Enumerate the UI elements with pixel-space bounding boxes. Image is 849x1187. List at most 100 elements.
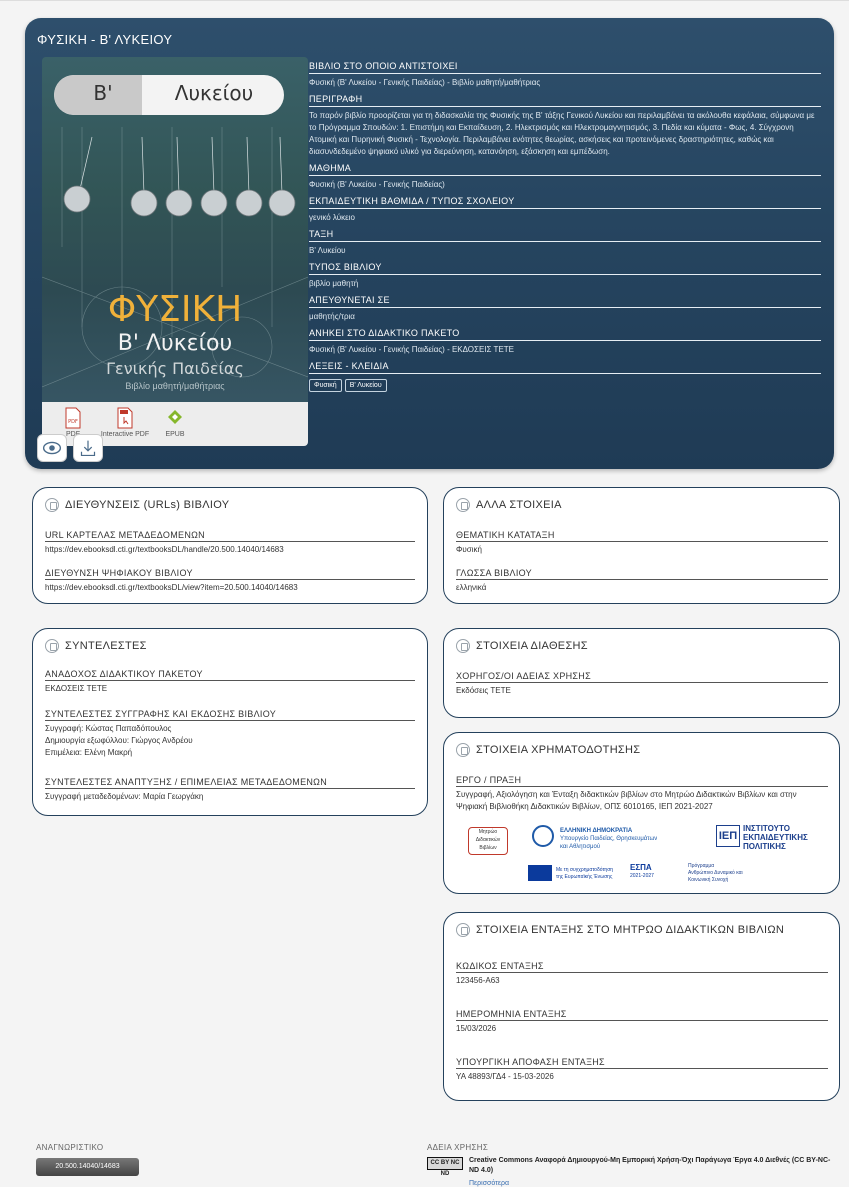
mitroo-logo: Μητρώο Διδακτικών Βιβλίων	[468, 827, 508, 855]
license-grantor-field: ΧΟΡΗΓΟΣ/ΟΙ ΑΔΕΙΑΣ ΧΡΗΣΗΣ Εκδόσεις ΤΕΤΕ	[456, 671, 828, 697]
format-interactive-pdf-button[interactable]: Interactive PDF	[100, 407, 150, 438]
license-label: ΑΔΕΙΑ ΧΡΗΣΗΣ	[427, 1143, 489, 1152]
funder-logos: Μητρώο Διδακτικών Βιβλίων ΕΛΛΗΝΙΚΗ ΔΗΜΟΚ…	[458, 823, 818, 893]
availability-card-header: ΣΤΟΙΧΕΙΑ ΔΙΑΘΕΣΗΣ	[456, 639, 588, 653]
contributors-card-title: ΣΥΝΤΕΛΕΣΤΕΣ	[65, 640, 147, 652]
urls-card-title: ΔΙΕΥΘΥΝΣΕΙΣ (URLs) ΒΙΒΛΙΟΥ	[65, 499, 230, 511]
espa-logo: ΕΣΠΑ 2021-2027	[630, 863, 654, 879]
field-label-package: ΑΝΗΚΕΙ ΣΤΟ ΔΙΔΑΚΤΙΚΟ ΠΑΚΕΤΟ	[309, 328, 821, 341]
keyword-tag[interactable]: Β' Λυκείου	[344, 379, 387, 392]
metadata-url-field: URL ΚΑΡΤΕΛΑΣ ΜΕΤΑΔΕΔΟΜΕΝΩΝ https://dev.e…	[45, 530, 415, 556]
identifier-handle-button[interactable]: 20.500.14040/14683	[36, 1158, 139, 1176]
field-label-corresponds: ΒΙΒΛΙΟ ΣΤΟ ΟΠΟΙΟ ΑΝΤΙΣΤΟΙΧΕΙ	[309, 61, 821, 74]
registry-decision-field: ΥΠΟΥΡΓΙΚΗ ΑΠΟΦΑΣΗ ΕΝΤΑΞΗΣ ΥΑ 48893/ΓΔ4 -…	[456, 1057, 828, 1083]
hellenic-republic-emblem	[532, 825, 554, 847]
registry-date-field: ΗΜΕΡΟΜΗΝΙΑ ΕΝΤΑΞΗΣ 15/03/2026	[456, 1009, 828, 1035]
field-value-description: Το παρόν βιβλίο προορίζεται για τη διδασ…	[309, 111, 815, 156]
registry-code-label: ΚΩΔΙΚΟΣ ΕΝΤΑΞΗΣ	[456, 961, 828, 973]
category-label: ΘΕΜΑΤΙΚΗ ΚΑΤΑΤΑΞΗ	[456, 530, 828, 542]
category-value: Φυσική	[456, 545, 482, 554]
package-contractor-label: ΑΝΑΔΟΧΟΣ ΔΙΔΑΚΤΙΚΟΥ ΠΑΚΕΤΟΥ	[45, 669, 415, 681]
field-value-package: Φυσική (Β' Λυκείου - Γενικής Παιδείας) -…	[309, 345, 514, 354]
field-label-subject: ΜΑΘΗΜΑ	[309, 163, 821, 176]
metadata-contributors-field: ΣΥΝΤΕΛΕΣΤΕΣ ΑΝΑΠΤΥΞΗΣ / ΕΠΙΜΕΛΕΙΑΣ ΜΕΤΑΔ…	[45, 777, 415, 803]
metadata-contributors-value: Συγγραφή μεταδεδομένων: Μαρία Γεωργάκη	[45, 792, 204, 801]
keyword-list: Φυσική Β' Λυκείου	[309, 374, 821, 392]
field-value-education-level: γενικό λύκειο	[309, 213, 355, 222]
availability-card: ΣΤΟΙΧΕΙΑ ΔΙΑΘΕΣΗΣ ΧΟΡΗΓΟΣ/ΟΙ ΑΔΕΙΑΣ ΧΡΗΣ…	[443, 628, 840, 718]
digital-book-url-link[interactable]: https://dev.ebooksdl.cti.gr/textbooksDL/…	[45, 580, 415, 594]
format-epub-button[interactable]: EPUB	[150, 407, 200, 438]
eye-icon	[42, 441, 62, 455]
epub-icon	[168, 410, 182, 424]
cover-subject: ΦΥΣΙΚΗ	[107, 289, 243, 330]
authors-label: ΣΥΝΤΕΛΕΣΤΕΣ ΣΥΓΓΡΑΦΗΣ ΚΑΙ ΕΚΔΟΣΗΣ ΒΙΒΛΙΟ…	[45, 709, 415, 721]
registry-decision-value: ΥΑ 48893/ΓΔ4 - 15-03-2026	[456, 1072, 554, 1081]
book-hero-panel: ΦΥΣΙΚΗ - Β' ΛΥΚΕΙΟΥ Β' Λυκείου ΦΥΣΙΚΗ Β'…	[25, 18, 834, 469]
info-icon	[456, 498, 470, 512]
iep-logo: ΙΝΣΤΙΤΟΥΤΟ ΕΚΠΑΙΔΕΥΤΙΚΗΣ ΠΟΛΙΤΙΚΗΣ	[743, 824, 808, 851]
cover-grade-line: Β' Λυκείου	[117, 331, 233, 356]
other-card-header: ΑΛΛΑ ΣΤΟΙΧΕΙΑ	[456, 498, 562, 512]
program-logo: Πρόγραμμα Ανθρώπινο Δυναμικό και Κοινωνι…	[688, 863, 743, 883]
view-book-button[interactable]	[37, 434, 67, 462]
license-text: Creative Commons Αναφορά Δημιουργού-Μη Ε…	[469, 1157, 831, 1174]
field-value-audience: μαθητής/τρια	[309, 312, 355, 321]
registry-code-field: ΚΩΔΙΚΟΣ ΕΝΤΑΞΗΣ 123456-Α63	[456, 961, 828, 987]
top-divider	[0, 0, 849, 1]
license-grantor-value: Εκδόσεις ΤΕΤΕ	[456, 686, 511, 695]
field-label-book-type: ΤΥΠΟΣ ΒΙΒΛΙΟΥ	[309, 262, 821, 275]
registry-card-header: ΣΤΟΙΧΕΙΑ ΕΝΤΑΞΗΣ ΣΤΟ ΜΗΤΡΩΟ ΔΙΔΑΚΤΙΚΩΝ Β…	[456, 923, 784, 937]
field-value-subject: Φυσική (Β' Λυκείου - Γενικής Παιδείας)	[309, 180, 445, 189]
cover-book-type: Βιβλίο μαθητή/μαθήτριας	[125, 381, 225, 391]
keyword-tag[interactable]: Φυσική	[309, 379, 342, 392]
registry-date-label: ΗΜΕΡΟΜΗΝΙΑ ΕΝΤΑΞΗΣ	[456, 1009, 828, 1021]
other-card-title: ΑΛΛΑ ΣΤΟΙΧΕΙΑ	[476, 499, 562, 511]
metadata-url-label: URL ΚΑΡΤΕΛΑΣ ΜΕΤΑΔΕΔΟΜΕΝΩΝ	[45, 530, 415, 542]
package-contractor-field: ΑΝΑΔΟΧΟΣ ΔΙΔΑΚΤΙΚΟΥ ΠΑΚΕΤΟΥ ΕΚΔΟΣΕΙΣ ΤΕΤ…	[45, 669, 415, 695]
book-metadata: ΒΙΒΛΙΟ ΣΤΟ ΟΠΟΙΟ ΑΝΤΙΣΤΟΙΧΕΙ Φυσική (Β' …	[309, 56, 821, 392]
eu-cofunding-logo: Με τη συγχρηματοδότηση της Ευρωπαϊκής Έν…	[556, 867, 614, 880]
license-grantor-label: ΧΟΡΗΓΟΣ/ΟΙ ΑΔΕΙΑΣ ΧΡΗΣΗΣ	[456, 671, 828, 683]
language-field: ΓΛΩΣΣΑ ΒΙΒΛΙΟΥ ελληνικά	[456, 568, 828, 594]
download-icon	[80, 440, 96, 457]
cover-track-line: Γενικής Παιδείας	[106, 359, 244, 378]
category-field: ΘΕΜΑΤΙΚΗ ΚΑΤΑΤΑΞΗ Φυσική	[456, 530, 828, 556]
funding-card-title: ΣΤΟΙΧΕΙΑ ΧΡΗΜΑΤΟΔΟΤΗΣΗΣ	[476, 744, 641, 756]
license-more-link[interactable]: Περισσότερα	[469, 1180, 509, 1187]
digital-book-url-label: ΔΙΕΥΘΥΝΣΗ ΨΗΦΙΑΚΟΥ ΒΙΒΛΙΟΥ	[45, 568, 415, 580]
registry-code-value: 123456-Α63	[456, 976, 500, 985]
contributors-card: ΣΥΝΤΕΛΕΣΤΕΣ ΑΝΑΔΟΧΟΣ ΔΙΔΑΚΤΙΚΟΥ ΠΑΚΕΤΟΥ …	[32, 628, 428, 816]
eu-flag-icon	[528, 865, 552, 881]
hellenic-republic-logo: ΕΛΛΗΝΙΚΗ ΔΗΜΟΚΡΑΤΙΑ Υπουργείο Παιδείας, …	[560, 828, 658, 850]
digital-book-url-field: ΔΙΕΥΘΥΝΣΗ ΨΗΦΙΑΚΟΥ ΒΙΒΛΙΟΥ https://dev.e…	[45, 568, 415, 594]
cover-grade: Β'	[93, 81, 113, 105]
project-field: ΕΡΓΟ / ΠΡΑΞΗ Συγγραφή, Αξιολόγηση και Έν…	[456, 775, 828, 813]
cover-designer-line: Δημιουργία εξωφύλλου: Γιώργος Ανδρέου	[45, 736, 193, 745]
package-contractor-value: ΕΚΔΟΣΕΙΣ ΤΕΤΕ	[45, 684, 108, 693]
field-label-keywords: ΛΕΞΕΙΣ - ΚΛΕΙΔΙΑ	[309, 361, 821, 374]
registry-card-title: ΣΤΟΙΧΕΙΑ ΕΝΤΑΞΗΣ ΣΤΟ ΜΗΤΡΩΟ ΔΙΔΑΚΤΙΚΩΝ Β…	[476, 924, 785, 936]
field-label-audience: ΑΠΕΥΘΥΝΕΤΑΙ ΣΕ	[309, 295, 821, 308]
format-interactive-pdf-label: Interactive PDF	[100, 431, 150, 438]
people-icon	[45, 639, 59, 653]
field-label-education-level: ΕΚΠΑΙΔΕΥΤΙΚΗ ΒΑΘΜΙΔΑ / ΤΥΠΟΣ ΣΧΟΛΕΙΟΥ	[309, 196, 821, 209]
author-line: Συγγραφή: Κώστας Παπαδόπουλος	[45, 724, 172, 733]
format-epub-label: EPUB	[165, 431, 185, 438]
field-value-corresponds: Φυσική (Β' Λυκείου - Γενικής Παιδείας) -…	[309, 78, 541, 87]
field-label-description: ΠΕΡΙΓΡΑΦΗ	[309, 94, 821, 107]
field-value-grade: Β' Λυκείου	[309, 246, 346, 255]
cover-grade-banner: Β' Λυκείου	[54, 75, 284, 115]
book-cover[interactable]: Β' Λυκείου ΦΥΣΙΚΗ Β' Λυκείου Γενικής Παι…	[42, 57, 308, 446]
download-book-button[interactable]	[73, 434, 103, 462]
project-value: Συγγραφή, Αξιολόγηση και Ένταξη διδακτικ…	[456, 790, 797, 811]
people-icon	[456, 639, 470, 653]
authors-field: ΣΥΝΤΕΛΕΣΤΕΣ ΣΥΓΓΡΑΦΗΣ ΚΑΙ ΕΚΔΟΣΗΣ ΒΙΒΛΙΟ…	[45, 709, 415, 759]
metadata-url-link[interactable]: https://dev.ebooksdl.cti.gr/textbooksDL/…	[45, 542, 415, 556]
funding-icon	[456, 743, 470, 757]
field-label-grade: ΤΑΞΗ	[309, 229, 821, 242]
cc-license-badge[interactable]: CC BY NC ND	[427, 1157, 463, 1177]
funding-card-header: ΣΤΟΙΧΕΙΑ ΧΡΗΜΑΤΟΔΟΤΗΣΗΣ	[456, 743, 640, 757]
cover-level: Λυκείου	[174, 81, 254, 105]
link-icon	[45, 498, 59, 512]
